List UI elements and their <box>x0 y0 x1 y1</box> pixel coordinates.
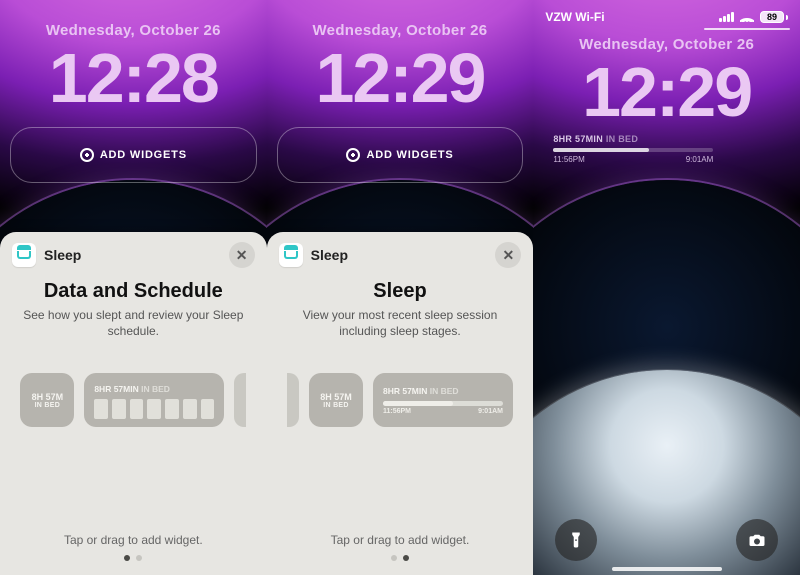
lock-screen-clock: 12:29 <box>533 57 800 127</box>
close-button[interactable]: ✕ <box>495 242 521 268</box>
sleep-widget-small[interactable]: 8H 57M IN BED <box>20 373 74 427</box>
add-widgets-button[interactable]: ADD WIDGETS <box>10 127 257 183</box>
screenshot-panel-3: VZW Wi-Fi 89 Wednesday, October 26 12:29… <box>533 0 800 575</box>
close-icon: ✕ <box>502 247 514 264</box>
widget-label: IN BED <box>606 134 638 144</box>
lock-screen-date[interactable]: Wednesday, October 26 <box>267 22 534 39</box>
widget-value: 8HR 57MIN <box>553 134 603 144</box>
wifi-icon <box>740 12 754 22</box>
lock-screen-header: Wednesday, October 26 12:28 ADD WIDGETS <box>0 0 267 183</box>
sleep-app-icon <box>12 243 36 267</box>
lock-screen-date: Wednesday, October 26 <box>533 36 800 53</box>
sleep-widget-large[interactable]: 8HR 57MIN IN BED <box>84 373 224 427</box>
page-dot <box>391 555 397 561</box>
widget-picker-sheet: Sleep ✕ Sleep View your most recent slee… <box>267 232 534 575</box>
camera-icon <box>748 531 766 549</box>
next-widget-peek[interactable] <box>234 373 246 427</box>
add-widgets-button[interactable]: ADD WIDGETS <box>277 127 524 183</box>
page-dot <box>136 555 142 561</box>
large-widget-label: IN BED <box>141 384 170 394</box>
sleep-app-icon <box>279 243 303 267</box>
timeline-start: 11:56PM <box>383 408 411 415</box>
widget-choices-row[interactable]: 8H 57M IN BED 8HR 57MIN IN BED 11:56PM 9… <box>279 373 522 427</box>
carrier-label: VZW Wi-Fi <box>545 10 604 24</box>
prev-widget-peek[interactable] <box>287 373 299 427</box>
widget-picker-sheet: Sleep ✕ Data and Schedule See how you sl… <box>0 232 267 575</box>
widget-start-time: 11:56PM <box>553 155 584 164</box>
sleep-progress-bar <box>553 148 713 152</box>
sleep-widget-small[interactable]: 8H 57M IN BED <box>309 373 363 427</box>
sheet-subtitle: View your most recent sleep session incl… <box>279 307 522 339</box>
camera-button[interactable] <box>736 519 778 561</box>
flashlight-icon <box>567 531 585 549</box>
sleep-lockscreen-widget[interactable]: 8HR 57MIN IN BED 11:56PM 9:01AM <box>553 134 713 164</box>
small-widget-value: 8H 57M <box>320 392 352 402</box>
small-widget-label: IN BED <box>323 402 349 409</box>
lock-screen-clock[interactable]: 12:28 <box>0 43 267 113</box>
page-dot-active <box>403 555 409 561</box>
battery-percent: 89 <box>761 12 783 22</box>
sheet-hint: Tap or drag to add widget. <box>279 533 522 547</box>
close-button[interactable]: ✕ <box>229 242 255 268</box>
home-indicator[interactable] <box>612 567 722 571</box>
page-dot-active <box>124 555 130 561</box>
page-indicator[interactable] <box>12 555 255 567</box>
page-indicator[interactable] <box>279 555 522 567</box>
widget-end-time: 9:01AM <box>686 155 714 164</box>
screenshot-panel-2: Wednesday, October 26 12:29 ADD WIDGETS … <box>267 0 534 575</box>
sheet-app-name: Sleep <box>44 247 81 263</box>
lock-screen-date[interactable]: Wednesday, October 26 <box>0 22 267 39</box>
small-widget-label: IN BED <box>35 402 61 409</box>
sheet-app-name: Sleep <box>311 247 348 263</box>
timeline-end: 9:01AM <box>478 408 503 415</box>
screenshot-panel-1: Wednesday, October 26 12:28 ADD WIDGETS … <box>0 0 267 575</box>
plus-icon <box>80 148 94 162</box>
large-widget-value: 8HR 57MIN <box>383 386 427 396</box>
battery-indicator: 89 <box>760 11 788 23</box>
close-icon: ✕ <box>236 247 248 264</box>
sheet-hint: Tap or drag to add widget. <box>12 533 255 547</box>
cellular-signal-icon <box>719 12 734 22</box>
large-widget-value: 8HR 57MIN <box>94 384 138 394</box>
small-widget-value: 8H 57M <box>32 392 64 402</box>
sheet-title: Data and Schedule <box>12 280 255 303</box>
sleep-timeline-icon: 11:56PM 9:01AM <box>383 401 503 417</box>
add-widgets-label: ADD WIDGETS <box>366 149 453 161</box>
lock-screen-clock[interactable]: 12:29 <box>267 43 534 113</box>
add-widgets-label: ADD WIDGETS <box>100 149 187 161</box>
sleep-bars-icon <box>94 399 214 419</box>
sheet-subtitle: See how you slept and review your Sleep … <box>12 307 255 339</box>
widget-choices-row[interactable]: 8H 57M IN BED 8HR 57MIN IN BED <box>12 373 255 427</box>
sleep-widget-large[interactable]: 8HR 57MIN IN BED 11:56PM 9:01AM <box>373 373 513 427</box>
status-underline <box>704 28 790 30</box>
sheet-title: Sleep <box>279 280 522 303</box>
plus-icon <box>346 148 360 162</box>
lock-screen-header: Wednesday, October 26 12:29 ADD WIDGETS <box>267 0 534 183</box>
large-widget-label: IN BED <box>430 386 459 396</box>
flashlight-button[interactable] <box>555 519 597 561</box>
status-bar: VZW Wi-Fi 89 <box>533 6 800 28</box>
